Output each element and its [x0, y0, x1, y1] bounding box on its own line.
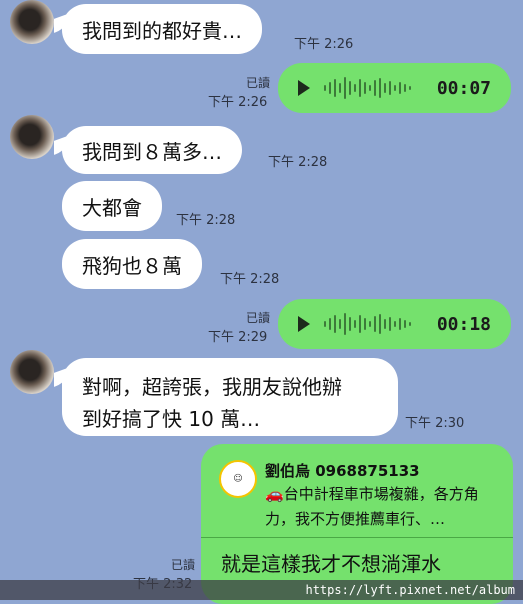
- message-text-line: 對啊，超誇張，我朋友說他辦: [82, 375, 342, 399]
- avatar[interactable]: [10, 115, 54, 159]
- read-receipt: 已讀: [245, 311, 270, 325]
- divider: [201, 537, 513, 538]
- waveform-icon: [324, 76, 411, 100]
- message-text: 我問到的都好貴…: [82, 18, 242, 43]
- watermark: https://lyft.pixnet.net/album: [0, 580, 523, 600]
- message-time: 下午 2:26: [294, 37, 354, 52]
- quoted-sender: 劉伯烏 0968875133: [265, 462, 420, 480]
- message-time: 下午 2:29: [208, 330, 268, 345]
- message-time: 下午 2:28: [268, 155, 328, 170]
- message-time: 下午 2:28: [220, 272, 280, 287]
- quoted-text-body: 台中計程車市場複雜，各方角力，我不方便推薦車行、…: [265, 485, 479, 528]
- avatar[interactable]: [10, 350, 54, 394]
- quoted-message[interactable]: ☺ 劉伯烏 0968875133 🚗台中計程車市場複雜，各方角力，我不方便推薦車…: [213, 456, 501, 534]
- play-icon[interactable]: [298, 80, 310, 96]
- voice-message[interactable]: 00:18: [278, 299, 511, 349]
- message-time: 下午 2:26: [208, 95, 268, 110]
- message-text-line: 到好搞了快 10 萬…: [82, 407, 261, 431]
- message-bubble[interactable]: 對啊，超誇張，我朋友說他辦 到好搞了快 10 萬…: [62, 358, 398, 436]
- quoted-avatar: ☺: [219, 460, 257, 498]
- avatar[interactable]: [10, 0, 54, 44]
- message-bubble[interactable]: 飛狗也８萬: [62, 239, 202, 289]
- message-text: 就是這樣我才不想淌渾水: [221, 552, 441, 576]
- message-text: 飛狗也８萬: [82, 253, 182, 278]
- message-bubble[interactable]: 我問到的都好貴…: [62, 4, 262, 54]
- read-receipt: 已讀: [245, 76, 270, 90]
- voice-message[interactable]: 00:07: [278, 63, 511, 113]
- message-text: 我問到８萬多…: [82, 139, 222, 164]
- waveform-icon: [324, 312, 411, 336]
- read-receipt: 已讀: [170, 558, 195, 572]
- car-icon: 🚗: [265, 485, 284, 503]
- voice-duration: 00:18: [436, 313, 491, 335]
- message-bubble[interactable]: 大都會: [62, 181, 162, 231]
- message-bubble[interactable]: 我問到８萬多…: [62, 126, 242, 174]
- play-icon[interactable]: [298, 316, 310, 332]
- message-time: 下午 2:28: [176, 213, 236, 228]
- message-text: 大都會: [82, 195, 142, 220]
- quoted-text: 🚗台中計程車市場複雜，各方角力，我不方便推薦車行、…: [265, 482, 495, 532]
- message-time: 下午 2:30: [405, 416, 465, 431]
- voice-duration: 00:07: [436, 77, 491, 99]
